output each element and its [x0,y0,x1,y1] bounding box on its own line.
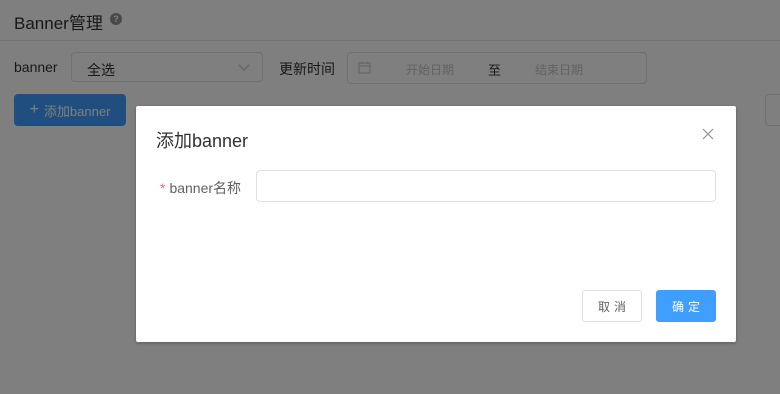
banner-name-label: * banner名称 [160,178,241,198]
dialog-title: 添加banner [156,131,249,151]
close-icon[interactable] [702,128,714,140]
banner-name-label-text: banner名称 [169,180,242,196]
add-banner-dialog: 添加banner * banner名称 取消 确定 [136,106,736,342]
confirm-button[interactable]: 确定 [656,290,716,322]
cancel-button[interactable]: 取消 [582,290,642,322]
banner-name-input[interactable] [256,170,716,202]
required-mark: * [160,180,166,196]
